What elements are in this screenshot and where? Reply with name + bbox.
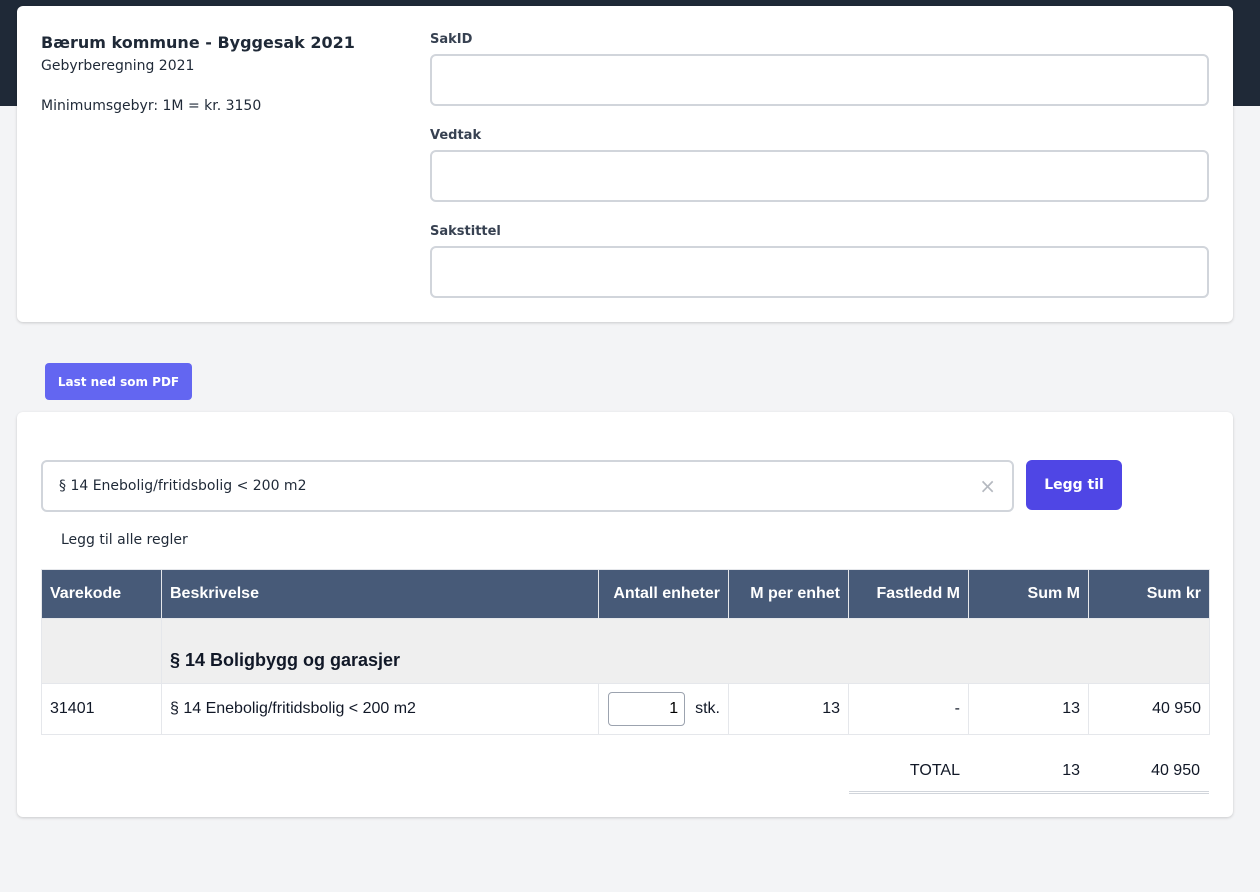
case-info-card: Bærum kommune - Byggesak 2021 Gebyrbereg… [17,6,1233,322]
col-header-fastledd: Fastledd M [848,569,969,619]
rules-card: § 14 Enebolig/fritidsbolig < 200 m2 × Le… [17,412,1233,817]
total-sum-kr: 40 950 [1151,762,1200,779]
fee-table: Varekode Beskrivelse Antall enheter M pe… [41,569,1210,735]
total-sum-m: 13 [1062,762,1080,779]
col-header-sum-m: Sum M [968,569,1089,619]
add-all-rules-link[interactable]: Legg til alle regler [61,532,188,548]
cell-sum-kr: 40 950 [1088,683,1210,735]
unit-label: stk. [695,700,720,717]
page-subtitle: Gebyrberegning 2021 [41,58,195,74]
vedtak-label: Vedtak [430,128,482,143]
download-pdf-button[interactable]: Last ned som PDF [45,363,192,400]
cell-m-per-enhet: 13 [728,683,849,735]
col-header-beskrivelse: Beskrivelse [161,569,599,619]
group-title: § 14 Boligbygg og garasjer [161,618,1210,684]
totals-row: TOTAL 13 40 950 [849,756,1209,794]
min-fee-text: Minimumsgebyr: 1M = kr. 3150 [41,98,262,114]
sakid-field[interactable] [430,54,1209,106]
col-header-varekode: Varekode [41,569,162,619]
rule-select[interactable]: § 14 Enebolig/fritidsbolig < 200 m2 × [41,460,1014,512]
cell-sum-m: 13 [968,683,1089,735]
sakid-label: SakID [430,32,473,47]
group-row: § 14 Boligbygg og garasjer [41,618,1210,684]
col-header-sum-kr: Sum kr [1088,569,1210,619]
cell-beskrivelse: § 14 Enebolig/fritidsbolig < 200 m2 [161,683,599,735]
col-header-antall: Antall enheter [598,569,729,619]
add-rule-button[interactable]: Legg til [1026,460,1122,510]
sakstittel-field[interactable] [430,246,1209,298]
quantity-input[interactable] [608,692,686,726]
vedtak-field[interactable] [430,150,1209,202]
page-title: Bærum kommune - Byggesak 2021 [41,33,355,52]
col-header-m-per-enhet: M per enhet [728,569,849,619]
cell-antall: stk. [598,683,729,735]
clear-icon[interactable]: × [979,476,996,496]
rule-select-value: § 14 Enebolig/fritidsbolig < 200 m2 [59,478,307,494]
table-header-row: Varekode Beskrivelse Antall enheter M pe… [41,569,1210,619]
group-code-cell [41,618,162,684]
cell-fastledd: - [848,683,969,735]
total-label: TOTAL [909,762,960,779]
table-row: 31401 § 14 Enebolig/fritidsbolig < 200 m… [41,683,1210,735]
sakstittel-label: Sakstittel [430,224,501,239]
cell-varekode: 31401 [41,683,162,735]
